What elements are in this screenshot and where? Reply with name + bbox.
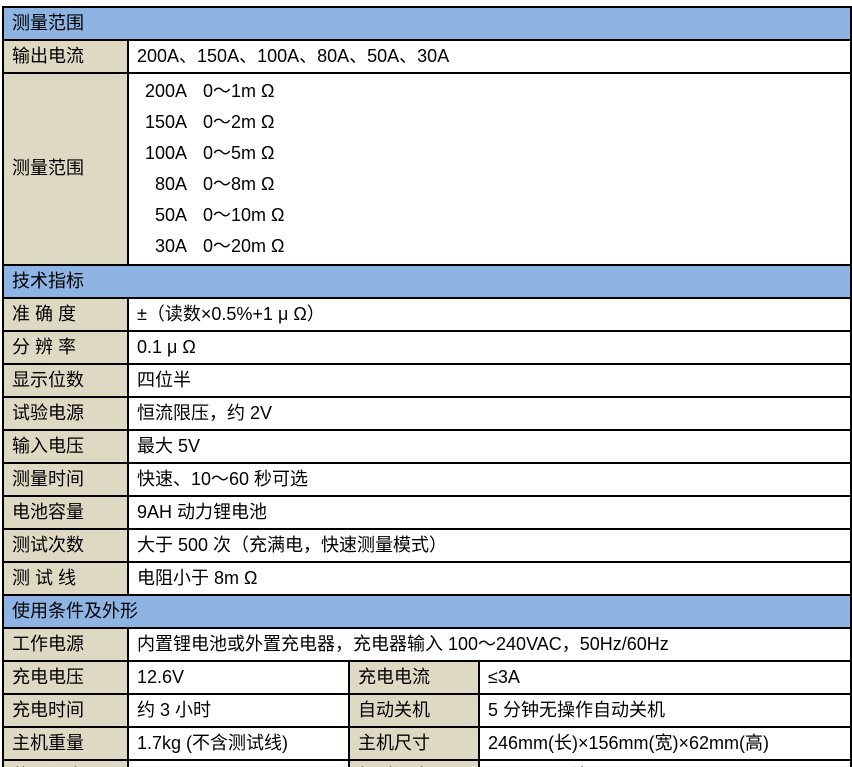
row-label-display-digits: 显示位数 <box>3 364 128 397</box>
row-value-test-lead: 电阻小于 8m Ω <box>128 562 851 595</box>
row-value-output-current: 200A、150A、100A、80A、50A、30A <box>128 40 851 73</box>
range-current: 30A <box>137 231 187 262</box>
row-value-input-voltage: 最大 5V <box>128 430 851 463</box>
row-value-battery-capacity: 9AH 动力锂电池 <box>128 496 851 529</box>
row-value-accuracy: ±（读数×0.5%+1 μ Ω） <box>128 298 851 331</box>
spec-table: 测量范围 输出电流 200A、150A、100A、80A、50A、30A 测量范… <box>2 6 852 767</box>
row-label-operating-temp: 使用温度 <box>3 760 128 767</box>
row-value-measure-range: 200A 0～1m Ω 150A 0～2m Ω 100A 0～5m Ω 80A 0～8m… <box>128 73 851 265</box>
section-header-measure-range: 测量范围 <box>3 7 851 40</box>
row-label-measure-time: 测量时间 <box>3 463 128 496</box>
range-line: 50A 0～10m Ω <box>137 200 842 231</box>
row-label-test-power: 试验电源 <box>3 397 128 430</box>
row-value-host-weight: 1.7kg (不含测试线) <box>128 727 349 760</box>
row-value-measure-time: 快速、10～60 秒可选 <box>128 463 851 496</box>
row-value-auto-shutdown: 5 分钟无操作自动关机 <box>479 694 851 727</box>
row-label-input-voltage: 输入电压 <box>3 430 128 463</box>
row-value-relative-humidity: ≤90%，不结露 <box>479 760 851 767</box>
row-value-test-count: 大于 500 次（充满电，快速测量模式） <box>128 529 851 562</box>
row-value-display-digits: 四位半 <box>128 364 851 397</box>
row-label-test-lead: 测 试 线 <box>3 562 128 595</box>
row-value-charge-current: ≤3A <box>479 661 851 694</box>
range-current: 50A <box>137 200 187 231</box>
range-line: 200A 0～1m Ω <box>137 76 842 107</box>
range-line: 100A 0～5m Ω <box>137 138 842 169</box>
range-span: 0～20m Ω <box>203 236 284 256</box>
row-value-resolution: 0.1 μ Ω <box>128 331 851 364</box>
row-label-charge-time: 充电时间 <box>3 694 128 727</box>
row-value-charge-time: 约 3 小时 <box>128 694 349 727</box>
row-value-test-power: 恒流限压，约 2V <box>128 397 851 430</box>
row-label-relative-humidity: 相对湿度 <box>349 760 479 767</box>
row-label-charge-voltage: 充电电压 <box>3 661 128 694</box>
range-current: 80A <box>137 169 187 200</box>
range-current: 100A <box>137 138 187 169</box>
section-header-tech-specs: 技术指标 <box>3 265 851 298</box>
row-label-auto-shutdown: 自动关机 <box>349 694 479 727</box>
range-line: 30A 0～20m Ω <box>137 231 842 262</box>
section-header-usage-conditions: 使用条件及外形 <box>3 595 851 628</box>
range-span: 0～10m Ω <box>203 205 284 225</box>
row-label-resolution: 分 辨 率 <box>3 331 128 364</box>
range-line: 80A 0～8m Ω <box>137 169 842 200</box>
range-span: 0～2m Ω <box>203 112 274 132</box>
row-label-working-power: 工作电源 <box>3 628 128 661</box>
row-label-output-current: 输出电流 <box>3 40 128 73</box>
row-label-battery-capacity: 电池容量 <box>3 496 128 529</box>
row-label-measure-range: 测量范围 <box>3 73 128 265</box>
range-span: 0～1m Ω <box>203 81 274 101</box>
range-span: 0～8m Ω <box>203 174 274 194</box>
range-current: 150A <box>137 107 187 138</box>
range-current: 200A <box>137 76 187 107</box>
range-span: 0～5m Ω <box>203 143 274 163</box>
row-label-test-count: 测试次数 <box>3 529 128 562</box>
row-value-charge-voltage: 12.6V <box>128 661 349 694</box>
row-value-host-size: 246mm(长)×156mm(宽)×62mm(高) <box>479 727 851 760</box>
row-label-host-weight: 主机重量 <box>3 727 128 760</box>
row-label-charge-current: 充电电流 <box>349 661 479 694</box>
range-line: 150A 0～2m Ω <box>137 107 842 138</box>
row-label-accuracy: 准 确 度 <box>3 298 128 331</box>
row-value-working-power: 内置锂电池或外置充电器，充电器输入 100～240VAC，50Hz/60Hz <box>128 628 851 661</box>
row-value-operating-temp: -10℃～50℃ <box>128 760 349 767</box>
row-label-host-size: 主机尺寸 <box>349 727 479 760</box>
